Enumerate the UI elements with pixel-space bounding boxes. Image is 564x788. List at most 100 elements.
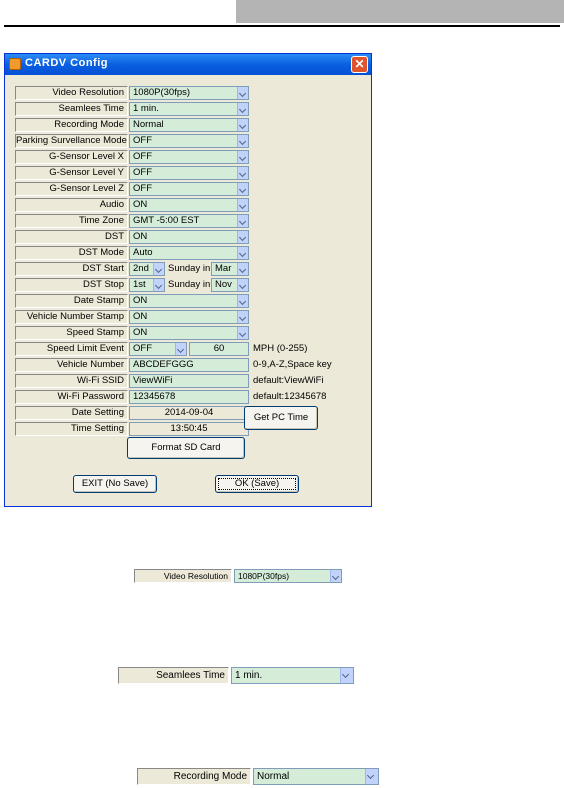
dst-select[interactable]: ON — [129, 230, 249, 244]
date-setting-label: Date Setting — [15, 406, 128, 420]
header-rule — [4, 25, 560, 27]
chevron-down-icon[interactable] — [153, 263, 164, 275]
seamless-time-value: 1 min. — [133, 103, 159, 114]
audio-value: ON — [133, 199, 148, 210]
sample-recording-mode-select[interactable]: Normal — [253, 768, 379, 785]
date-stamp-value: ON — [133, 295, 148, 306]
sample-video-resolution-select[interactable]: 1080P(30fps) — [234, 569, 342, 583]
recording-mode-select[interactable]: Normal — [129, 118, 249, 132]
chevron-down-icon[interactable] — [237, 167, 248, 179]
chevron-down-icon[interactable] — [237, 103, 248, 115]
gsensor-z-select[interactable]: OFF — [129, 182, 249, 196]
chevron-down-icon[interactable] — [153, 279, 164, 291]
gsensor-x-select[interactable]: OFF — [129, 150, 249, 164]
chevron-down-icon[interactable] — [237, 327, 248, 339]
vehicle-number-stamp-value: ON — [133, 311, 148, 322]
chevron-down-icon[interactable] — [237, 247, 248, 259]
wifi-ssid-hint: default:ViewWiFi — [253, 375, 324, 386]
vehicle-number-input[interactable]: ABCDEFGGG — [129, 358, 249, 372]
speed-stamp-value: ON — [133, 327, 148, 338]
gsensor-x-value: OFF — [133, 151, 152, 162]
date-stamp-select[interactable]: ON — [129, 294, 249, 308]
date-setting-value: 2014-09-04 — [129, 406, 249, 420]
speed-limit-value: OFF — [133, 343, 152, 354]
chevron-down-icon[interactable] — [237, 87, 248, 99]
chevron-down-icon[interactable] — [237, 295, 248, 307]
time-zone-select[interactable]: GMT -5:00 EST — [129, 214, 249, 228]
chevron-down-icon[interactable] — [237, 151, 248, 163]
sample-seamless-time: Seamlees Time 1 min. — [118, 667, 354, 685]
dst-start-label: DST Start — [15, 262, 128, 276]
chevron-down-icon[interactable] — [330, 570, 341, 582]
date-stamp-label: Date Stamp — [15, 294, 128, 308]
vehicle-number-stamp-label: Vehicle Number Stamp — [15, 310, 128, 324]
dst-mode-label: DST Mode — [15, 246, 128, 260]
wifi-ssid-input[interactable]: ViewWiFi — [129, 374, 249, 388]
time-setting-label: Time Setting — [15, 422, 128, 436]
dst-stop-week-select[interactable]: 1st — [129, 278, 165, 292]
dst-start-week-select[interactable]: 2nd — [129, 262, 165, 276]
wifi-password-hint: default:12345678 — [253, 391, 327, 402]
ok-save-button[interactable]: OK (Save) — [215, 475, 299, 493]
sample-seamless-time-label: Seamlees Time — [118, 667, 229, 684]
chevron-down-icon[interactable] — [237, 279, 248, 291]
gsensor-z-value: OFF — [133, 183, 152, 194]
time-setting-value: 13:50:45 — [129, 422, 249, 436]
speed-limit-number-input[interactable]: 60 — [189, 342, 249, 356]
dst-mode-value: Auto — [133, 247, 153, 258]
sample-video-resolution: Video Resolution 1080P(30fps) — [134, 569, 342, 584]
vehicle-number-label: Vehicle Number — [15, 358, 128, 372]
window-title: CARDV Config — [25, 57, 108, 69]
speed-limit-select[interactable]: OFF — [129, 342, 187, 356]
titlebar: CARDV Config ✕ — [5, 54, 371, 75]
time-zone-label: Time Zone — [15, 214, 128, 228]
chevron-down-icon[interactable] — [175, 343, 186, 355]
sample-recording-mode-value: Normal — [257, 771, 290, 782]
cardv-config-window: CARDV Config ✕ Video Resolution 1080P(30… — [4, 53, 372, 507]
vehicle-number-stamp-select[interactable]: ON — [129, 310, 249, 324]
dst-stop-month-select[interactable]: Nov — [211, 278, 249, 292]
speed-stamp-select[interactable]: ON — [129, 326, 249, 340]
chevron-down-icon[interactable] — [237, 231, 248, 243]
dst-stop-week-value: 1st — [133, 279, 146, 290]
close-button[interactable]: ✕ — [351, 56, 368, 73]
speed-limit-hint: MPH (0-255) — [253, 343, 308, 354]
dst-mode-select[interactable]: Auto — [129, 246, 249, 260]
chevron-down-icon[interactable] — [237, 311, 248, 323]
sample-recording-mode-label: Recording Mode — [137, 768, 251, 785]
chevron-down-icon[interactable] — [237, 263, 248, 275]
speed-stamp-label: Speed Stamp — [15, 326, 128, 340]
chevron-down-icon[interactable] — [237, 215, 248, 227]
wifi-ssid-label: Wi-Fi SSID — [15, 374, 128, 388]
parking-select[interactable]: OFF — [129, 134, 249, 148]
format-sd-card-button[interactable]: Format SD Card — [127, 437, 245, 459]
wifi-password-input[interactable]: 12345678 — [129, 390, 249, 404]
chevron-down-icon[interactable] — [237, 119, 248, 131]
video-resolution-value: 1080P(30fps) — [133, 87, 191, 98]
speed-limit-label: Speed Limit Event — [15, 342, 128, 356]
parking-label: Parking Survellance Mode — [15, 134, 128, 148]
dst-start-month-value: Mar — [215, 263, 232, 274]
gsensor-y-select[interactable]: OFF — [129, 166, 249, 180]
gsensor-y-value: OFF — [133, 167, 152, 178]
app-icon — [9, 58, 21, 70]
exit-no-save-button[interactable]: EXIT (No Save) — [73, 475, 157, 493]
parking-value: OFF — [133, 135, 152, 146]
chevron-down-icon[interactable] — [340, 668, 353, 683]
video-resolution-select[interactable]: 1080P(30fps) — [129, 86, 249, 100]
get-pc-time-button[interactable]: Get PC Time — [244, 406, 318, 430]
seamless-time-select[interactable]: 1 min. — [129, 102, 249, 116]
dst-start-month-select[interactable]: Mar — [211, 262, 249, 276]
dst-stop-month-value: Nov — [215, 279, 232, 290]
chevron-down-icon[interactable] — [365, 769, 378, 784]
chevron-down-icon[interactable] — [237, 135, 248, 147]
time-zone-value: GMT -5:00 EST — [133, 215, 200, 226]
chevron-down-icon[interactable] — [237, 183, 248, 195]
sample-seamless-time-select[interactable]: 1 min. — [231, 667, 354, 684]
dst-value: ON — [133, 231, 148, 242]
sample-seamless-time-value: 1 min. — [235, 670, 263, 681]
audio-select[interactable]: ON — [129, 198, 249, 212]
chevron-down-icon[interactable] — [237, 199, 248, 211]
vehicle-number-hint: 0-9,A-Z,Space key — [253, 359, 332, 370]
dst-label: DST — [15, 230, 128, 244]
